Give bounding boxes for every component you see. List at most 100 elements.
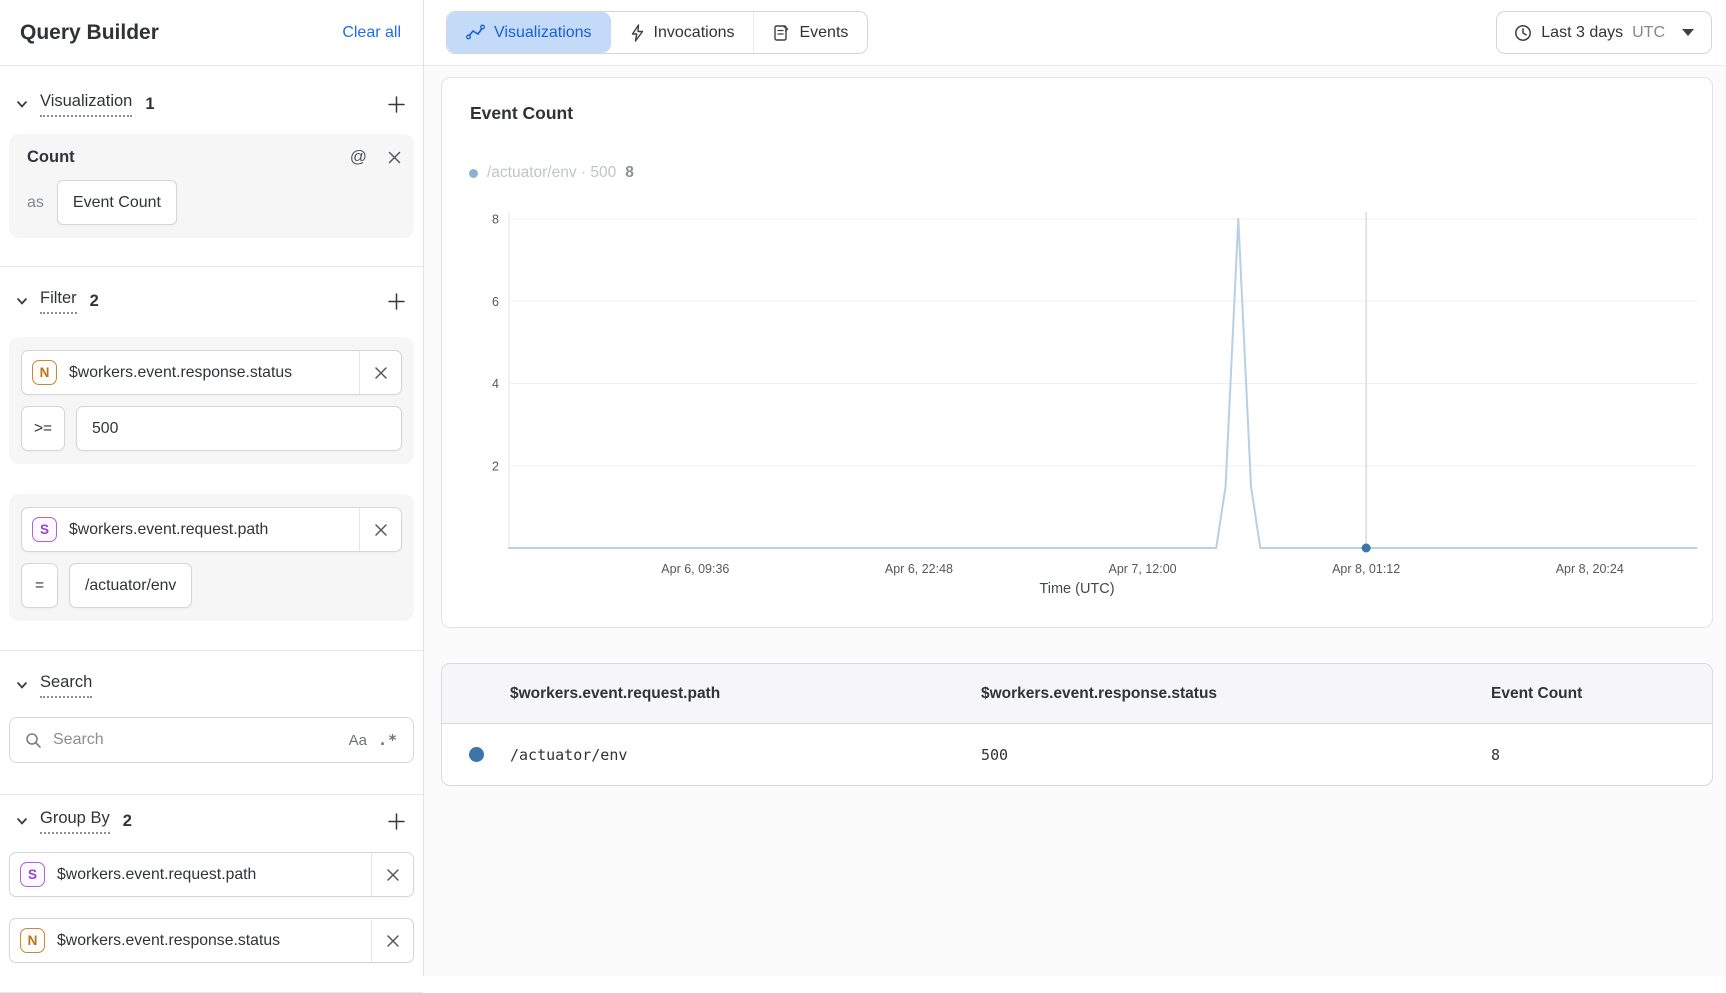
- filter-card: N $workers.event.response.status >= 500: [9, 337, 414, 464]
- chart-x-axis-label: Time (UTC): [442, 581, 1712, 597]
- at-icon[interactable]: @: [350, 147, 367, 167]
- search-section-header: Search: [0, 671, 423, 699]
- add-visualization-button[interactable]: [384, 92, 408, 116]
- section-divider: [0, 650, 423, 651]
- match-case-toggle[interactable]: Aa: [349, 732, 367, 749]
- tab-visualizations[interactable]: Visualizations: [447, 12, 611, 53]
- visualization-card: Count @ as Event Count: [9, 134, 414, 238]
- remove-filter-button[interactable]: [359, 351, 401, 394]
- string-type-badge: S: [20, 862, 45, 887]
- remove-visualization-icon[interactable]: [387, 150, 402, 165]
- close-icon: [374, 366, 388, 380]
- group-by-field-name[interactable]: $workers.event.request.path: [45, 866, 371, 884]
- event-count-chart-card: Event Count /actuator/env · 500 8 8642Ap…: [441, 77, 1713, 628]
- chart-legend[interactable]: /actuator/env · 500 8: [469, 164, 634, 182]
- clock-icon: [1514, 24, 1532, 42]
- svg-text:Apr 8, 01:12: Apr 8, 01:12: [1332, 562, 1400, 576]
- tab-label: Events: [799, 24, 848, 42]
- event-count-chart[interactable]: 8642Apr 6, 09:36Apr 6, 22:48Apr 7, 12:00…: [442, 208, 1714, 580]
- visualization-section-header: Visualization 1: [0, 90, 423, 118]
- group-by-field-name[interactable]: $workers.event.response.status: [45, 932, 371, 950]
- time-range-timezone: UTC: [1632, 24, 1665, 42]
- filter-operator-select[interactable]: =: [21, 563, 58, 608]
- line-chart-icon: [466, 24, 485, 41]
- add-filter-button[interactable]: [384, 289, 408, 313]
- tab-events[interactable]: Events: [753, 12, 867, 53]
- filter-value-input[interactable]: 500: [76, 406, 402, 451]
- visualization-count: 1: [145, 95, 154, 114]
- filter-section-header: Filter 2: [0, 287, 423, 315]
- chart-title: Event Count: [470, 103, 573, 124]
- column-header-status[interactable]: $workers.event.response.status: [981, 685, 1491, 703]
- tab-label: Visualizations: [494, 24, 592, 42]
- visualization-alias-input[interactable]: Event Count: [57, 180, 177, 225]
- time-range-selector[interactable]: Last 3 days UTC: [1496, 11, 1712, 54]
- search-section-label[interactable]: Search: [40, 673, 92, 698]
- filter-card: S $workers.event.request.path = /actuato…: [9, 494, 414, 621]
- results-table-header: $workers.event.request.path $workers.eve…: [442, 664, 1712, 724]
- visualization-section-label[interactable]: Visualization: [40, 92, 132, 117]
- search-icon: [25, 732, 42, 749]
- chevron-down-icon[interactable]: [15, 814, 29, 828]
- remove-group-by-button[interactable]: [371, 919, 413, 962]
- sidebar-header: Query Builder Clear all: [0, 0, 423, 66]
- search-placeholder: Search: [53, 731, 338, 749]
- tab-invocations[interactable]: Invocations: [611, 12, 754, 53]
- time-range-label: Last 3 days: [1541, 24, 1623, 42]
- chevron-down-icon[interactable]: [15, 678, 29, 692]
- cell-event-count: 8: [1491, 746, 1712, 764]
- chevron-down-icon[interactable]: [15, 294, 29, 308]
- svg-text:Apr 6, 09:36: Apr 6, 09:36: [661, 562, 729, 576]
- svg-text:8: 8: [492, 213, 499, 227]
- lightning-icon: [630, 24, 645, 42]
- filter-field-name[interactable]: $workers.event.request.path: [57, 521, 359, 539]
- caret-down-icon: [1682, 29, 1694, 36]
- svg-text:Apr 7, 12:00: Apr 7, 12:00: [1109, 562, 1177, 576]
- table-row[interactable]: /actuator/env 500 8: [442, 724, 1712, 785]
- cell-path: /actuator/env: [510, 746, 981, 764]
- number-type-badge: N: [20, 928, 45, 953]
- query-builder-sidebar: Query Builder Clear all Visualization 1 …: [0, 0, 424, 976]
- series-color-dot: [469, 747, 484, 762]
- close-icon: [374, 523, 388, 537]
- chevron-down-icon[interactable]: [15, 97, 29, 111]
- plus-icon: [387, 812, 406, 831]
- filter-field-row[interactable]: S $workers.event.request.path: [21, 507, 402, 552]
- remove-filter-button[interactable]: [359, 508, 401, 551]
- svg-text:6: 6: [492, 295, 499, 309]
- topbar: Visualizations Invocations Events Last 3…: [424, 0, 1726, 66]
- close-icon: [386, 934, 400, 948]
- cell-status: 500: [981, 746, 1491, 764]
- filter-count: 2: [90, 292, 99, 311]
- remove-group-by-button[interactable]: [371, 853, 413, 896]
- filter-value-input[interactable]: /actuator/env: [69, 563, 192, 608]
- plus-icon: [387, 292, 406, 311]
- group-by-field-row[interactable]: S $workers.event.request.path: [9, 852, 414, 897]
- regex-toggle[interactable]: .*: [378, 731, 398, 749]
- filter-section-label[interactable]: Filter: [40, 289, 77, 314]
- column-header-path[interactable]: $workers.event.request.path: [510, 685, 981, 703]
- svg-text:2: 2: [492, 459, 499, 473]
- legend-series-label: /actuator/env · 500: [487, 164, 616, 182]
- clear-all-button[interactable]: Clear all: [342, 24, 401, 42]
- add-group-by-button[interactable]: [384, 809, 408, 833]
- filter-field-row[interactable]: N $workers.event.response.status: [21, 350, 402, 395]
- document-icon: [773, 24, 790, 42]
- group-by-section-label[interactable]: Group By: [40, 809, 110, 834]
- group-by-count: 2: [123, 812, 132, 831]
- results-table: $workers.event.request.path $workers.eve…: [441, 663, 1713, 786]
- search-input[interactable]: Search Aa .*: [9, 717, 414, 763]
- close-icon: [386, 868, 400, 882]
- column-header-event-count[interactable]: Event Count: [1491, 685, 1712, 703]
- filter-field-name[interactable]: $workers.event.response.status: [57, 364, 359, 382]
- visualization-function[interactable]: Count: [21, 148, 350, 167]
- svg-text:Apr 8, 20:24: Apr 8, 20:24: [1556, 562, 1624, 576]
- string-type-badge: S: [32, 517, 57, 542]
- number-type-badge: N: [32, 360, 57, 385]
- filter-operator-select[interactable]: >=: [21, 406, 65, 451]
- group-by-field-row[interactable]: N $workers.event.response.status: [9, 918, 414, 963]
- svg-text:Apr 6, 22:48: Apr 6, 22:48: [885, 562, 953, 576]
- legend-dot: [469, 169, 478, 178]
- group-by-section-header: Group By 2: [0, 807, 423, 835]
- tab-label: Invocations: [654, 24, 735, 42]
